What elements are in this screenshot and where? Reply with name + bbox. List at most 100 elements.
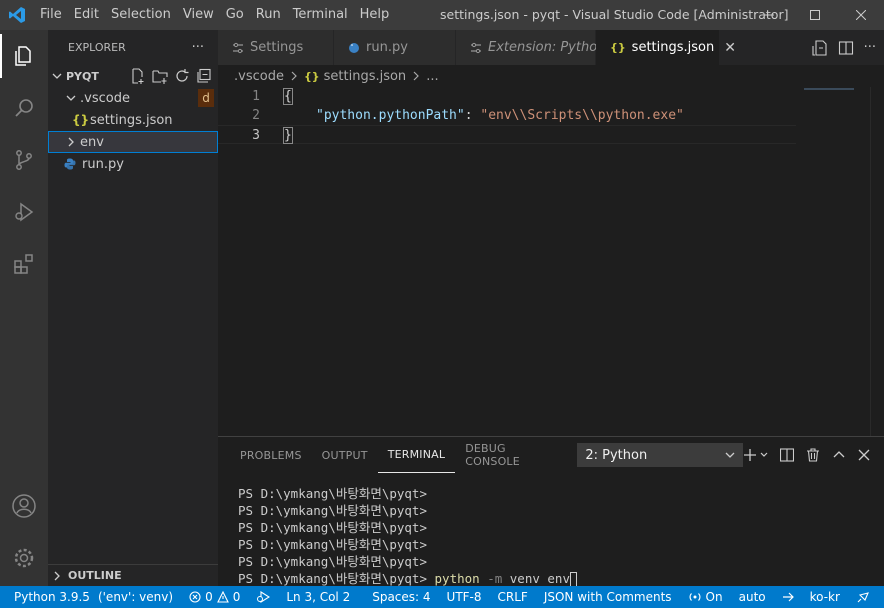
maximize-button[interactable]: [792, 0, 838, 30]
minimize-button[interactable]: [746, 0, 792, 30]
code-editor[interactable]: 1 { 2 "python.pythonPath": "env\\Scripts…: [218, 87, 884, 436]
outline-section-header[interactable]: OUTLINE: [48, 564, 218, 586]
collapse-all-icon[interactable]: [196, 68, 212, 84]
close-tab-icon[interactable]: ✕: [724, 40, 736, 56]
live-share-status[interactable]: On: [680, 590, 731, 604]
feedback-icon[interactable]: [848, 590, 878, 604]
maximize-panel-icon[interactable]: [832, 448, 846, 462]
chevron-right-icon: [52, 571, 68, 581]
tab-terminal[interactable]: TERMINAL: [377, 437, 456, 473]
close-window-button[interactable]: [838, 0, 884, 30]
tree-item-run-py[interactable]: run.py: [48, 153, 218, 175]
encoding[interactable]: UTF-8: [439, 590, 490, 604]
tree-item-vscode[interactable]: .vscode d: [48, 87, 218, 109]
tab-label: Settings: [250, 40, 304, 55]
minimap[interactable]: [804, 88, 854, 90]
menu-help[interactable]: Help: [354, 0, 396, 30]
new-file-icon[interactable]: [130, 68, 146, 84]
close-brace: }: [283, 127, 293, 144]
cursor-position[interactable]: Ln 3, Col 2: [278, 590, 364, 604]
open-settings-json-icon[interactable]: [812, 39, 828, 56]
menu-go[interactable]: Go: [220, 0, 250, 30]
menu-view[interactable]: View: [177, 0, 220, 30]
menu-file[interactable]: File: [34, 0, 68, 30]
tab-settings-json[interactable]: {} settings.json ✕: [596, 30, 736, 65]
bell-icon[interactable]: [878, 591, 884, 604]
tab-run-py[interactable]: run.py: [334, 30, 456, 65]
line-number: 2: [252, 108, 260, 123]
json-file-icon: {}: [610, 41, 626, 54]
editor-scrollbar[interactable]: [870, 87, 884, 436]
terminal-line: PS D:\ymkang\바탕화면\pyqt>: [238, 503, 435, 518]
explorer-icon[interactable]: [0, 30, 48, 82]
python-interpreter[interactable]: Python 3.9.5 ('env': venv): [0, 590, 181, 604]
arrow-right-icon[interactable]: [774, 591, 802, 603]
tab-debug-console[interactable]: DEBUG CONSOLE: [455, 437, 571, 473]
split-terminal-icon[interactable]: [780, 448, 794, 462]
editor-tab-bar: Settings run.py Extension: Python {} set…: [218, 30, 884, 65]
panel-tabs: PROBLEMS OUTPUT TERMINAL DEBUG CONSOLE 2…: [218, 437, 884, 473]
problems-count[interactable]: 0 0: [181, 590, 248, 604]
menu-selection[interactable]: Selection: [105, 0, 177, 30]
close-panel-icon[interactable]: [858, 449, 870, 461]
line-number: 3: [252, 128, 260, 143]
terminal-line: PS D:\ymkang\바탕화면\pyqt>: [238, 537, 435, 552]
terminal-command-line: PS D:\ymkang\바탕화면\pyqt> python -m venv e…: [238, 570, 884, 587]
terminal-selector[interactable]: 2: Python: [577, 443, 743, 467]
menu-terminal[interactable]: Terminal: [287, 0, 354, 30]
gear-icon[interactable]: [0, 532, 48, 584]
warning-icon: [216, 591, 229, 603]
terminal-line: PS D:\ymkang\바탕화면\pyqt>: [238, 520, 435, 535]
menu-run[interactable]: Run: [250, 0, 287, 30]
chevron-right-icon: [66, 137, 80, 147]
python-file-icon: [64, 158, 82, 170]
search-icon[interactable]: [0, 82, 48, 134]
breadcrumb-file[interactable]: settings.json: [324, 69, 407, 84]
code-line-1: 1 {: [218, 87, 884, 106]
refresh-icon[interactable]: [174, 68, 190, 84]
more-actions-icon[interactable]: ···: [192, 40, 204, 55]
chevron-down-icon: [52, 71, 66, 81]
tab-label: settings.json: [631, 40, 715, 55]
live-share-state: On: [705, 590, 723, 604]
account-icon[interactable]: [0, 480, 48, 532]
folder-header-pyqt[interactable]: PYQT: [48, 65, 218, 87]
trash-icon[interactable]: [806, 448, 820, 462]
tab-settings[interactable]: Settings: [218, 30, 334, 65]
extensions-icon[interactable]: [0, 238, 48, 290]
broadcast-icon: [688, 591, 702, 603]
tab-extension-python[interactable]: Extension: Python: [456, 30, 605, 65]
folder-name: PYQT: [66, 69, 99, 83]
editor-actions: ···: [812, 30, 884, 65]
indentation[interactable]: Spaces: 4: [364, 590, 438, 604]
language-mode[interactable]: JSON with Comments: [536, 590, 680, 604]
tab-label: run.py: [366, 40, 408, 55]
run-debug-icon[interactable]: [0, 186, 48, 238]
more-actions-icon[interactable]: ···: [864, 40, 876, 55]
tree-item-settings-json[interactable]: {} settings.json: [48, 109, 218, 131]
locale[interactable]: ko-kr: [802, 590, 848, 604]
terminal-prompt: PS D:\ymkang\바탕화면\pyqt>: [238, 571, 435, 586]
new-folder-icon[interactable]: [152, 68, 168, 84]
new-terminal-icon[interactable]: [743, 448, 768, 462]
source-control-icon[interactable]: [0, 134, 48, 186]
line-number: 1: [252, 89, 260, 104]
tab-label: Extension: Python: [488, 40, 606, 55]
split-editor-icon[interactable]: [838, 40, 854, 56]
folder-actions: [130, 68, 218, 84]
tab-problems[interactable]: PROBLEMS: [230, 437, 312, 473]
tree-item-env[interactable]: env: [48, 131, 218, 153]
tab-output[interactable]: OUTPUT: [312, 437, 378, 473]
end-of-line[interactable]: CRLF: [490, 590, 536, 604]
auto-setting[interactable]: auto: [731, 590, 774, 604]
run-debug-status-icon[interactable]: [248, 591, 278, 603]
menu-edit[interactable]: Edit: [68, 0, 105, 30]
terminal-output[interactable]: PS D:\ymkang\바탕화면\pyqt> PS D:\ymkang\바탕화…: [218, 473, 884, 587]
breadcrumb-folder[interactable]: .vscode: [234, 69, 284, 84]
command-args: venv env: [509, 571, 570, 586]
chevron-down-icon: [66, 93, 80, 103]
activity-bar: [0, 30, 48, 586]
terminal-line: PS D:\ymkang\바탕화면\pyqt>: [238, 554, 435, 569]
breadcrumb-more[interactable]: ...: [426, 69, 438, 84]
python-file-icon: [348, 42, 360, 54]
